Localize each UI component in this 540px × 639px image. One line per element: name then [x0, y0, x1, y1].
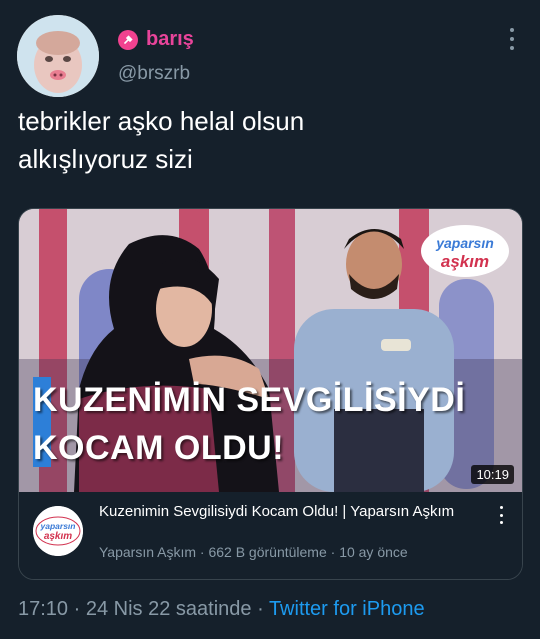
- tweet-text-line: tebrikler aşko helal olsun: [18, 106, 305, 136]
- tweet-time[interactable]: 17:10: [18, 598, 68, 620]
- video-meta: Yaparsın Aşkım · 662 B görüntüleme · 10 …: [99, 544, 408, 560]
- video-title[interactable]: Kuzenimin Sevgilisiydi Kocam Oldu! | Yap…: [99, 502, 479, 522]
- channel-logo[interactable]: yaparsın aşkım: [33, 506, 83, 556]
- pin-icon: [118, 29, 138, 50]
- video-thumbnail[interactable]: yaparsın aşkım KUZENİMİN SEVGİLİSİYDİ KO…: [19, 209, 522, 492]
- thumbnail-headline-line2: KOCAM OLDU!: [33, 429, 285, 467]
- brand-logo-bottom: aşkım: [441, 252, 489, 271]
- tweet-text: tebrikler aşko helal olsun alkışlıyoruz …: [18, 102, 518, 178]
- avatar[interactable]: [17, 15, 99, 97]
- user-name-row[interactable]: barış: [118, 28, 194, 51]
- tweet-source-link[interactable]: Twitter for iPhone: [269, 598, 425, 620]
- footer-separator: ·: [251, 598, 269, 620]
- tweet-date[interactable]: 24 Nis 22 saatinde: [86, 598, 252, 620]
- channel-logo-bottom: aşkım: [44, 531, 72, 542]
- thumbnail-headline-line1: KUZENİMİN SEVGİLİSİYDİ: [33, 381, 466, 419]
- footer-separator: ·: [68, 598, 86, 620]
- tweet-text-line: alkışlıyoruz sizi: [18, 144, 193, 174]
- avatar-image: [17, 15, 99, 97]
- user-handle[interactable]: @brszrb: [118, 63, 190, 85]
- channel-logo-top: yaparsın: [40, 521, 76, 531]
- display-name[interactable]: barış: [146, 28, 194, 51]
- card-info[interactable]: yaparsın aşkım Kuzenimin Sevgilisiydi Ko…: [19, 492, 522, 579]
- card-more-icon[interactable]: [498, 506, 504, 524]
- tweet-footer: 17:10 · 24 Nis 22 saatinde · Twitter for…: [18, 598, 425, 621]
- video-duration: 10:19: [471, 465, 514, 484]
- link-card[interactable]: yaparsın aşkım KUZENİMİN SEVGİLİSİYDİ KO…: [18, 208, 523, 580]
- more-vertical-icon[interactable]: [506, 28, 518, 50]
- brand-logo-top: yaparsın: [435, 235, 494, 251]
- brand-logo: yaparsın aşkım: [420, 223, 510, 279]
